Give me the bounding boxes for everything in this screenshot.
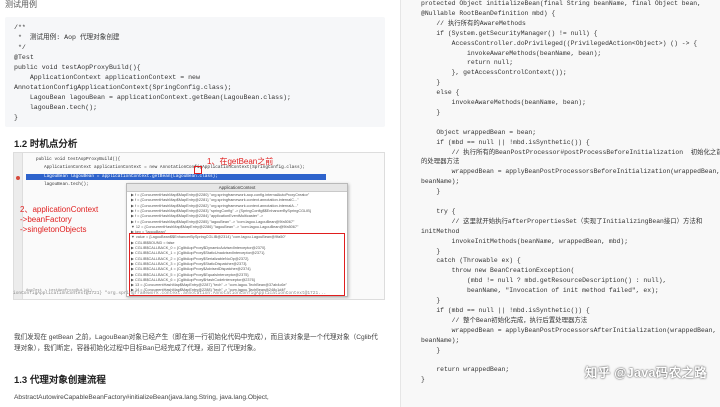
code-line: */ (14, 44, 26, 51)
shot-footer: ionConfigApplicationContext@1721} "org.s… (13, 291, 327, 296)
code-line: } (421, 346, 441, 354)
code-line: beanName); (421, 178, 460, 186)
debugger-screenshot: public void testAopProxyBuild(){ Applica… (13, 152, 385, 300)
code-line: LagouBean lagouBean = applicationContext… (14, 94, 291, 101)
code-line: beanName, "Invocation of init method fai… (421, 287, 659, 295)
code-line: // 执行所有的BeanPostProcessor#postProcessBef… (421, 148, 720, 156)
code-line: catch (Throwable ex) { (421, 257, 521, 265)
annotation-singleton-1: 2、applicationContext (20, 205, 99, 214)
code-line: if (System.getSecurityManager() != null)… (421, 29, 598, 37)
shot-code-line: LagouBean lagouBean = applicationContext… (44, 174, 218, 179)
code-line: // 这里就开始执行afterPropertiesSet（实现了Initiali… (421, 217, 703, 225)
variable-row[interactable]: ▶ f = {ConcurrentHashMap$MapEntry@2282} … (131, 204, 298, 209)
code-line: }, getAccessControlContext()); (421, 69, 567, 77)
shot-code-line: public void testAopProxyBuild(){ (36, 157, 121, 162)
code-line: Object wrappedBean = bean; (421, 128, 537, 136)
code-line: invokeAwareMethods(beanName, bean); (421, 49, 602, 57)
code-line: try { (421, 207, 456, 215)
annotation-singleton-3: ->singletonObjects (20, 225, 87, 234)
popup-title: ApplicationContext (127, 184, 347, 192)
left-article-panel: 测试用例 /** * 测试用例: Aop 代理对象创建 */ @Test publi… (0, 0, 394, 407)
code-line: } (14, 114, 18, 121)
code-line: initMethod (421, 227, 460, 235)
annotation-getbean: 1、在getBean之前 (207, 157, 274, 166)
code-line: else { (421, 89, 460, 97)
code-line: /** (14, 24, 26, 31)
code-line: return wrappedBean; (421, 366, 510, 374)
code-line: lagouBean.tech(); (14, 104, 98, 111)
variable-row[interactable]: ▶ f = {ConcurrentHashMap$MapEntry@2280} … (131, 193, 309, 198)
source-code-panel: protected Object initializeBean(final St… (400, 0, 720, 407)
code-line: if (mbd == null || !mbd.isSynthetic()) { (421, 138, 590, 146)
section-header: 测试用例 (5, 0, 37, 9)
code-line: invokeAwareMethods(beanName, bean); (421, 99, 586, 106)
code-line: @Test (14, 54, 34, 61)
highlight-box (129, 233, 345, 296)
code-line: beanName); (421, 336, 460, 344)
code-line: } (421, 247, 441, 255)
variable-row[interactable]: ▶ f = {ConcurrentHashMap$MapEntry@2281} … (131, 198, 298, 203)
code-line: public void testAopProxyBuild(){ (14, 64, 141, 71)
test-code-block: /** * 测试用例: Aop 代理对象创建 */ @Test public voi… (5, 17, 385, 127)
code-line: protected Object initializeBean(final St… (421, 0, 701, 7)
code-line: return null; (421, 59, 514, 67)
code-line: } (421, 108, 441, 116)
annotation-singleton-2: ->beanFactory (20, 215, 72, 224)
variable-row[interactable]: ▶ f = {ConcurrentHashMap$MapEntry@2285} … (131, 220, 294, 225)
code-line: } (421, 297, 441, 304)
section-title-timing: 1.2 时机点分析 (14, 139, 78, 150)
code-line: @Nullable RootBeanDefinition mbd) { (421, 9, 556, 17)
code-line: wrappedBean = applyBeanPostProcessorsBef… (421, 168, 720, 176)
code-line: } (421, 188, 441, 196)
code-line: // 整个Bean初始化完成，执行后置处理器方法 (421, 316, 588, 324)
highlight-box-small (194, 166, 202, 174)
code-line: (mbd != null ? mbd.getResourceDescriptio… (421, 277, 667, 285)
code-line: } (421, 79, 441, 87)
analysis-paragraph: 我们发现在 getBean 之前，LagouBean对象已经产生（即在第一行初始… (14, 334, 378, 352)
code-line: ApplicationContext applicationContext = … (14, 74, 200, 81)
variable-row[interactable]: ▼ 12 = {ConcurrentHashMap$MapEntry@2286}… (131, 225, 298, 230)
code-line: 的处理器方法 (421, 158, 460, 166)
variable-row[interactable]: ▶ f = {ConcurrentHashMap$MapEntry@2283} … (131, 209, 311, 214)
code-line: // 执行所有的AwareMethods (421, 19, 526, 27)
code-line: invokeInitMethods(beanName, wrappedBean,… (421, 237, 629, 245)
method-signature-line: AbstractAutowireCapableBeanFactory#initi… (14, 394, 269, 401)
code-line: * 测试用例: Aop 代理对象创建 (14, 34, 120, 41)
section-title-proxy: 1.3 代理对象创建流程 (14, 375, 106, 386)
code-line: } (421, 376, 425, 384)
code-line: throw new BeanCreationException( (421, 267, 575, 275)
code-line: wrappedBean = applyBeanPostProcessorsAft… (421, 326, 717, 334)
shot-code-line: lagouBean.tech(); (44, 182, 89, 187)
code-line: AccessController.doPrivileged((Privilege… (421, 39, 698, 47)
breakpoint-icon (16, 176, 20, 180)
code-line: AnnotationConfigApplicationContext(Sprin… (14, 84, 232, 91)
variable-row[interactable]: ▶ f = {ConcurrentHashMap$MapEntry@2284} … (131, 214, 263, 219)
variables-popup: ApplicationContext ▶ f = {ConcurrentHash… (126, 183, 348, 297)
zhihu-watermark: 知乎 @Java码农之路 (584, 366, 707, 380)
code-line: if (mbd == null || !mbd.isSynthetic()) { (421, 306, 590, 314)
